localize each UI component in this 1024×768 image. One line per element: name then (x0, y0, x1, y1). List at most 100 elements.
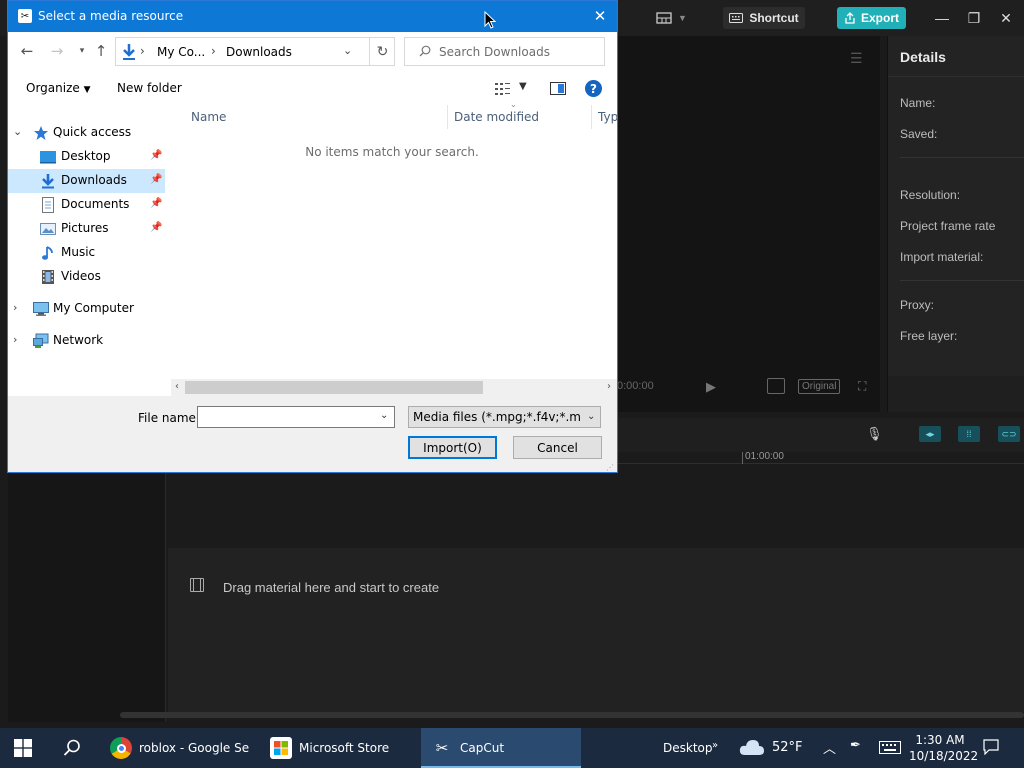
pictures-icon (40, 223, 56, 235)
new-folder-button[interactable]: New folder (117, 81, 182, 95)
downloads-icon (42, 174, 54, 189)
export-button[interactable]: Export (837, 7, 906, 29)
layout-button[interactable]: ▼ (656, 8, 700, 28)
windows-start-icon[interactable] (14, 739, 32, 757)
ruler-tick (742, 452, 743, 464)
nav-documents[interactable]: Documents 📌 (8, 193, 165, 217)
minimize-icon: — (935, 10, 949, 26)
pin-icon: 📌 (150, 174, 163, 185)
main-track-magnet-icon[interactable]: ◂▸ (919, 426, 941, 442)
dialog-close-button[interactable]: ✕ (590, 7, 610, 25)
chevron-right-icon[interactable]: » (712, 740, 718, 751)
taskbar-app-chrome[interactable]: roblox - Google Se... (104, 728, 256, 768)
chevron-down-icon: ▾ (79, 46, 85, 56)
nav-documents-label: Documents (61, 197, 130, 211)
desktop-icon (40, 151, 56, 164)
nav-quick-access[interactable]: ⌄ Quick access (8, 121, 165, 145)
shortcut-label: Shortcut (749, 11, 799, 25)
nav-my-computer-label: My Computer (53, 301, 134, 315)
forward-button[interactable]: → (49, 42, 65, 60)
nav-music[interactable]: Music (8, 241, 165, 265)
breadcrumb-separator: › (211, 44, 216, 58)
main-track[interactable] (168, 548, 1024, 712)
taskbar: roblox - Google Se... Microsoft Store ✂ … (0, 728, 1024, 768)
chrome-icon (110, 737, 132, 759)
taskbar-app-store[interactable]: Microsoft Store (266, 728, 418, 768)
linkage-icon[interactable]: ⊂⊃ (998, 426, 1020, 442)
scrollbar-thumb[interactable] (185, 381, 483, 394)
breadcrumb-downloads[interactable]: Downloads (226, 45, 292, 59)
back-button[interactable]: ← (19, 42, 35, 60)
chevron-up-icon[interactable]: ︿ (823, 738, 836, 757)
chevron-right-icon: › (13, 333, 18, 346)
nav-network-label: Network (53, 333, 104, 347)
view-details-icon[interactable] (495, 82, 511, 96)
view-dropdown-icon[interactable]: ▼ (519, 81, 527, 92)
desktop-toolbar-label[interactable]: Desktop (663, 741, 713, 755)
resize-grip-icon[interactable]: ⋰ (606, 463, 614, 472)
cancel-button[interactable]: Cancel (513, 436, 602, 459)
file-type-filter[interactable]: Media files (*.mpg;*.f4v;*.mov;*. ⌄ (408, 406, 601, 428)
cloud-icon[interactable] (739, 738, 765, 756)
music-icon (42, 246, 53, 260)
close-button[interactable]: ✕ (996, 8, 1016, 28)
timeline-scrollbar[interactable] (120, 712, 1024, 718)
address-bar[interactable]: › My Co... › Downloads ⌄ ↻ (115, 37, 395, 66)
nav-music-label: Music (61, 245, 96, 259)
ratio-original-button[interactable]: Original (798, 379, 841, 394)
organize-button[interactable]: Organize ▼ (26, 81, 91, 95)
up-button[interactable]: ↑ (93, 42, 109, 60)
nav-videos[interactable]: Videos (8, 265, 165, 289)
select-media-dialog: ✂ Select a media resource ✕ ← → ▾ ↑ › My… (7, 0, 618, 473)
nav-pictures[interactable]: Pictures 📌 (8, 217, 165, 241)
nav-pictures-label: Pictures (61, 221, 109, 235)
recent-locations-button[interactable]: ▾ (74, 42, 90, 60)
clock[interactable]: 1:30 AM 10/18/2022 (909, 732, 978, 764)
breadcrumb-my-computer[interactable]: My Co... (157, 45, 205, 59)
shortcut-button[interactable]: Shortcut (723, 7, 805, 29)
track-area (168, 472, 1024, 548)
chevron-down-icon[interactable]: ⌄ (343, 44, 352, 57)
nav-downloads[interactable]: Downloads 📌 (8, 169, 165, 193)
file-name-combobox[interactable]: ⌄ (197, 406, 395, 428)
search-icon[interactable] (62, 738, 82, 758)
search-box[interactable] (404, 37, 605, 66)
minimize-button[interactable]: — (932, 8, 952, 28)
refresh-button[interactable]: ↻ (369, 38, 395, 65)
mouse-cursor-icon (484, 11, 496, 29)
fullscreen-icon[interactable]: ⛶ (858, 379, 866, 394)
file-list-scrollbar[interactable]: ‹ › (171, 379, 617, 396)
import-button[interactable]: Import(O) (408, 436, 497, 459)
search-input[interactable] (439, 42, 599, 61)
menu-icon[interactable]: ☰ (850, 50, 863, 67)
column-name[interactable]: Name (185, 105, 448, 129)
nav-my-computer[interactable]: › My Computer (8, 297, 165, 321)
pen-icon[interactable]: ✒ (850, 738, 861, 753)
crop-icon[interactable] (767, 378, 785, 394)
nav-desktop[interactable]: Desktop 📌 (8, 145, 165, 169)
scroll-left-icon[interactable]: ‹ (175, 381, 179, 392)
timeline-ruler (617, 452, 1024, 464)
dialog-titlebar[interactable]: ✂ Select a media resource ✕ (8, 1, 617, 32)
maximize-button[interactable]: ❐ (964, 8, 984, 28)
auto-snap-icon[interactable]: ⁞⁞ (958, 426, 980, 442)
keyboard-icon[interactable] (879, 741, 901, 754)
column-type[interactable]: Type (592, 105, 617, 129)
column-date-modified[interactable]: Date modified (448, 105, 592, 129)
scroll-right-icon[interactable]: › (607, 381, 611, 392)
export-label: Export (860, 11, 899, 25)
film-icon (190, 578, 204, 592)
preview-pane-icon[interactable] (550, 82, 566, 95)
restore-icon: ❐ (967, 9, 981, 26)
play-icon[interactable]: ▶ (706, 379, 716, 395)
arrow-left-icon: ← (20, 42, 34, 60)
temperature[interactable]: 52°F (772, 740, 803, 755)
file-name-input[interactable] (200, 408, 375, 426)
nav-network[interactable]: › Network (8, 329, 165, 353)
keyboard-icon (729, 13, 744, 23)
help-icon[interactable]: ? (585, 80, 602, 97)
taskbar-app-capcut[interactable]: ✂ CapCut (421, 728, 581, 768)
microphone-icon[interactable]: 🎙 (866, 426, 883, 442)
notification-icon[interactable] (983, 739, 999, 755)
chevron-down-icon[interactable]: ⌄ (380, 410, 388, 421)
